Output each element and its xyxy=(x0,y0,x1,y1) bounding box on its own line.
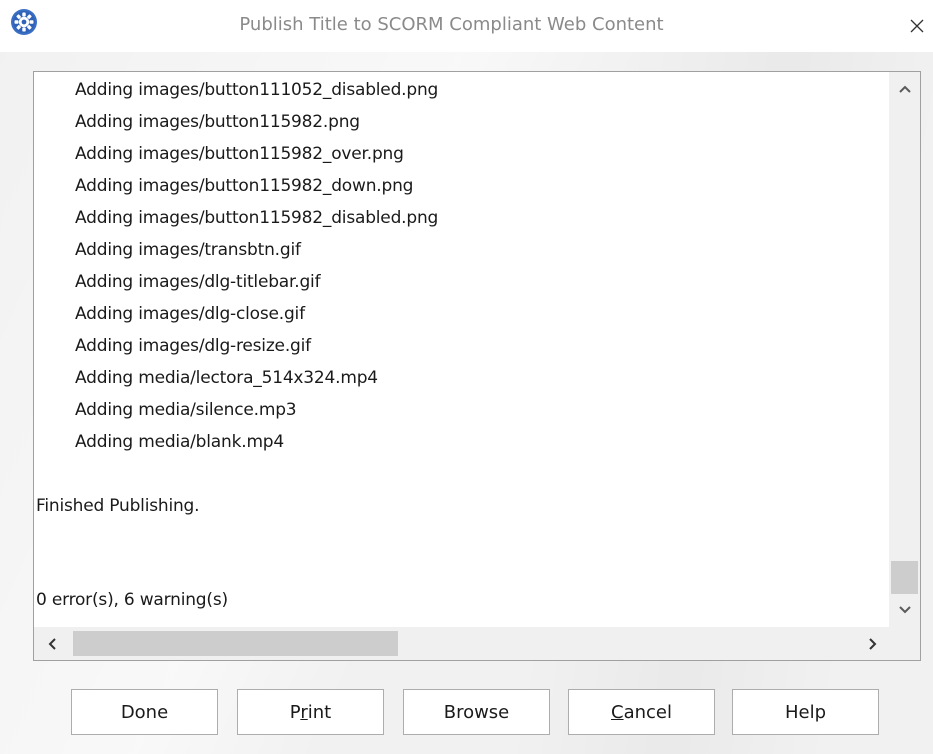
chevron-right-icon xyxy=(869,637,877,650)
scroll-down-button[interactable] xyxy=(889,595,920,625)
close-button[interactable] xyxy=(897,6,933,46)
browse-button-label: Browse xyxy=(443,701,510,723)
scrollbar-corner xyxy=(889,627,920,660)
horizontal-scrollbar[interactable] xyxy=(34,627,889,660)
log-line: Adding images/button115982_over.png xyxy=(75,144,404,164)
scroll-up-button[interactable] xyxy=(889,74,920,104)
log-line: Adding images/button111052_disabled.png xyxy=(75,80,439,100)
close-icon xyxy=(910,19,924,33)
chevron-up-icon xyxy=(898,85,911,93)
window-title: Publish Title to SCORM Compliant Web Con… xyxy=(239,14,664,35)
log-line: Adding media/lectora_514x324.mp4 xyxy=(75,368,378,388)
print-button[interactable]: Print xyxy=(237,689,384,735)
log-line: Adding images/button115982.png xyxy=(75,112,360,132)
log-line: Adding images/dlg-close.gif xyxy=(75,304,305,324)
chevron-down-icon xyxy=(898,606,911,614)
vertical-scrollbar[interactable] xyxy=(889,72,920,627)
chevron-left-icon xyxy=(48,637,56,650)
print-button-label: Print xyxy=(289,701,332,723)
horizontal-scroll-thumb[interactable] xyxy=(73,631,398,656)
cancel-button[interactable]: Cancel xyxy=(568,689,715,735)
help-button[interactable]: Help xyxy=(732,689,879,735)
done-button[interactable]: Done xyxy=(71,689,218,735)
vertical-scroll-thumb[interactable] xyxy=(891,561,918,594)
error-summary: 0 error(s), 6 warning(s) xyxy=(36,590,228,610)
log-line: Adding images/transbtn.gif xyxy=(75,240,301,260)
log-line: Adding images/dlg-titlebar.gif xyxy=(75,272,321,292)
log-line: Adding images/dlg-resize.gif xyxy=(75,336,311,356)
publish-dialog: Publish Title to SCORM Compliant Web Con… xyxy=(0,0,933,754)
log-line: Adding media/silence.mp3 xyxy=(75,400,297,420)
done-button-label: Done xyxy=(120,701,169,723)
finished-message: Finished Publishing. xyxy=(36,496,200,516)
title-bar[interactable]: Publish Title to SCORM Compliant Web Con… xyxy=(0,0,933,52)
publish-log[interactable]: Adding images/button111052_disabled.png … xyxy=(33,71,921,661)
log-line: Adding images/button115982_disabled.png xyxy=(75,208,439,228)
log-content: Adding images/button111052_disabled.png … xyxy=(34,72,889,627)
scroll-right-button[interactable] xyxy=(857,627,889,660)
scroll-left-button[interactable] xyxy=(36,627,68,660)
browse-button[interactable]: Browse xyxy=(403,689,550,735)
log-line: Adding media/blank.mp4 xyxy=(75,432,285,452)
log-line: Adding images/button115982_down.png xyxy=(75,176,414,196)
cancel-button-label: Cancel xyxy=(611,701,672,723)
help-button-label: Help xyxy=(784,701,827,723)
